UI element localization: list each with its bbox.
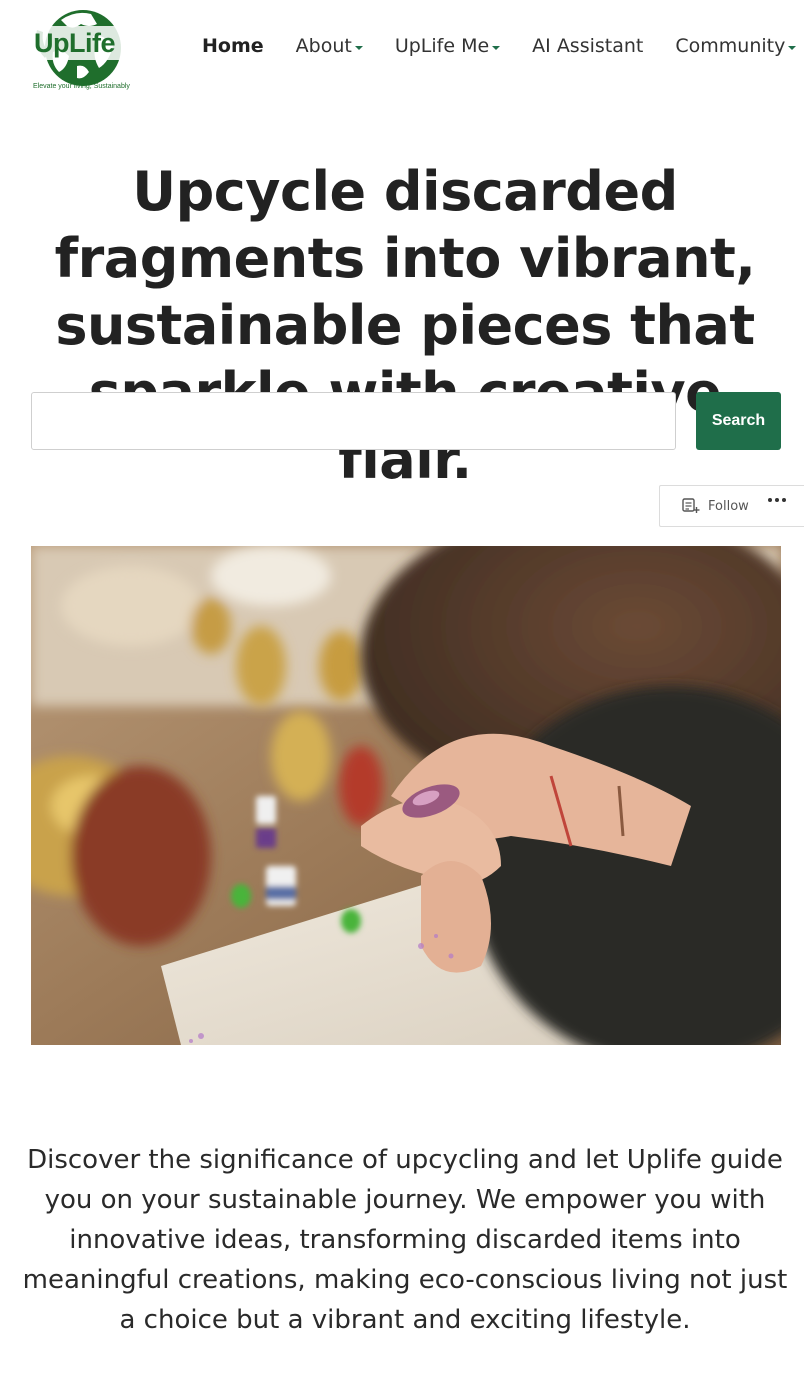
caret-down-icon (354, 46, 363, 50)
search-button[interactable]: Search (696, 392, 781, 450)
caret-down-icon (788, 46, 797, 50)
caret-down-icon (492, 46, 501, 50)
nav-item-label: Home (202, 35, 264, 57)
follow-button[interactable]: Follow (682, 498, 749, 514)
nav-item-label: UpLife Me (394, 35, 490, 57)
nav-item-label: AI Assistant (532, 35, 644, 57)
site-header: UpLife Elevate your living, Sustainably … (0, 0, 804, 100)
nav-item-home[interactable]: Home (202, 33, 264, 59)
follow-label: Follow (708, 498, 749, 514)
crafting-photo-illustration (31, 546, 781, 1045)
nav-item-about[interactable]: About (296, 33, 363, 59)
site-logo[interactable]: UpLife Elevate your living, Sustainably (31, 6, 130, 94)
nav-item-community[interactable]: Community (675, 33, 797, 59)
reader-follow-icon (682, 498, 700, 513)
nav-item-ai-assistant[interactable]: AI Assistant (532, 33, 643, 59)
crafting-photo (31, 546, 781, 1045)
nav-item-uplife-me[interactable]: UpLife Me (394, 33, 501, 59)
ellipsis-icon[interactable] (768, 498, 786, 502)
nav-item-label: About (295, 35, 352, 57)
intro-paragraph: Discover the significance of upcycling a… (22, 1145, 788, 1335)
brand-tagline: Elevate your living, Sustainably (33, 83, 130, 90)
nav-item-label: Community (675, 35, 786, 57)
search-input[interactable] (31, 392, 676, 450)
brand-title: UpLife (34, 28, 116, 58)
follow-bar: Follow (659, 485, 804, 527)
main-navigation: Home About UpLife Me AI Assistant Commun… (202, 33, 797, 59)
